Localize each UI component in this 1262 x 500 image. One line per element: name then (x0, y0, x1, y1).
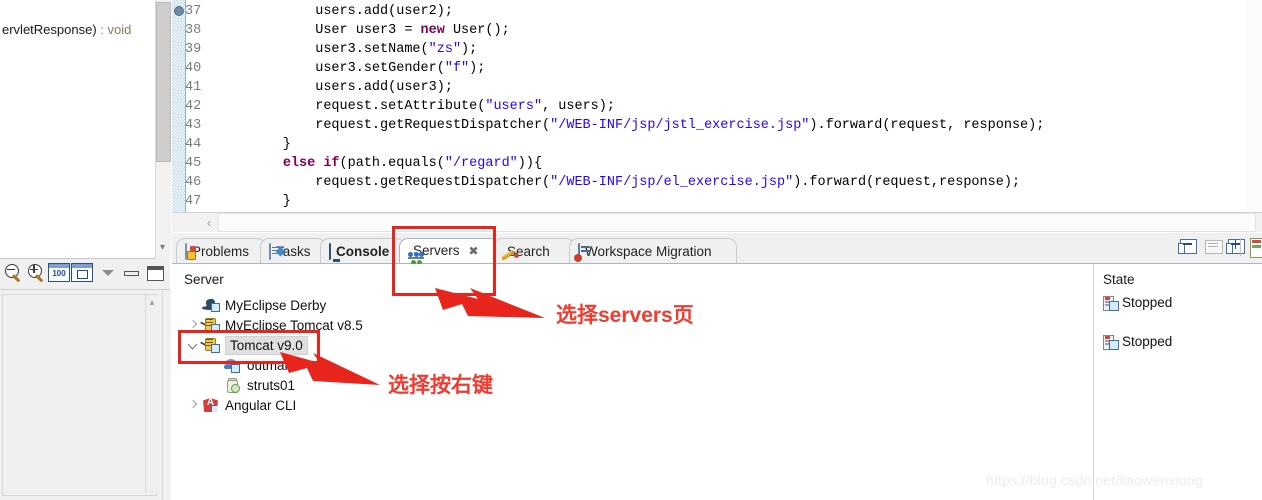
line-source: User user3 = new User(); (218, 23, 510, 38)
line-source: } (218, 194, 291, 209)
line-source: users.add(user3); (218, 80, 453, 95)
angular-cli-icon (202, 397, 220, 413)
outline-entry[interactable]: ervletResponse) : void (2, 22, 131, 37)
tasks-icon (269, 242, 271, 260)
link-with-editor-icon[interactable] (1205, 239, 1223, 256)
scroll-left-icon[interactable]: ‹ (200, 214, 218, 230)
view-tab-bar: Problems Tasks Console Servers ✖ Search Worksp… (172, 233, 1262, 265)
watermark: https://blog.csdn.net/liaowenxiong (986, 472, 1203, 488)
derby-server-icon (202, 297, 220, 313)
outline-view[interactable]: ervletResponse) : void (0, 0, 156, 259)
fit-page-icon[interactable] (71, 263, 93, 282)
toolbar-divider (1240, 238, 1241, 256)
line-number: 42 (185, 99, 202, 114)
console-icon (329, 242, 331, 260)
line-source: user3.setGender("f"); (218, 61, 486, 76)
chevron-right-icon[interactable] (186, 398, 200, 412)
tab-problems[interactable]: Problems (176, 238, 266, 263)
annotation-box-tomcat-row (178, 330, 320, 364)
problems-icon (185, 242, 187, 260)
tree-row[interactable]: struts01 (178, 375, 295, 395)
expand-all-icon[interactable] (1226, 239, 1246, 256)
line-source: user3.setName("zs"); (218, 42, 478, 57)
state-row[interactable]: Stopped (1103, 334, 1173, 350)
actual-size-icon[interactable]: 100 (48, 263, 70, 282)
minimize-icon[interactable] (124, 271, 139, 276)
maximize-icon[interactable] (147, 266, 164, 281)
scroll-up-icon[interactable]: ▴ (146, 297, 158, 311)
breakpoint-marker-icon[interactable] (174, 6, 184, 16)
left-panel: ervletResponse) : void ▾ 100 ▴ (0, 0, 171, 500)
view-menu-icon[interactable] (102, 270, 114, 276)
line-number: 44 (185, 137, 202, 152)
tree-row-label: MyEclipse Derby (225, 297, 327, 313)
workspace-migration-icon (578, 242, 580, 260)
left-lower-scrollbar[interactable] (145, 295, 160, 493)
editor-hscroll-trough[interactable] (218, 213, 1256, 232)
line-number: 41 (185, 80, 202, 95)
jar-module-icon (224, 377, 242, 393)
tab-label: Workspace Migration (585, 243, 712, 259)
tab-search[interactable]: Search (493, 238, 575, 263)
line-source: users.add(user2); (218, 4, 453, 19)
tab-workspace-migration[interactable]: Workspace Migration (569, 238, 737, 263)
editor-overview-ruler[interactable] (1246, 0, 1262, 212)
editor-annotation-ruler[interactable] (172, 0, 186, 212)
line-number: 39 (185, 42, 202, 57)
collapse-all-icon[interactable] (1178, 239, 1198, 256)
tree-row-label: Angular CLI (225, 397, 297, 413)
line-source: request.getRequestDispatcher("/WEB-INF/j… (218, 175, 1021, 190)
outline-entry-label: ervletResponse) (2, 22, 97, 37)
server-stopped-icon (1103, 295, 1119, 311)
left-panel-toolbar: 100 (0, 259, 170, 290)
line-number: 47 (185, 194, 202, 209)
server-status-icon[interactable] (1250, 238, 1262, 258)
tree-row[interactable]: Angular CLI (178, 395, 296, 415)
line-source: request.setAttribute("users", users); (218, 99, 615, 114)
server-stopped-icon (1103, 334, 1119, 350)
left-lower-panel (2, 294, 157, 496)
annotation-label-tomcat-row: 选择按右键 (388, 374, 493, 397)
tree-row-label: struts01 (247, 377, 296, 393)
state-label: Stopped (1122, 295, 1173, 310)
zoom-out-icon[interactable] (3, 263, 25, 285)
column-divider[interactable] (1093, 264, 1094, 500)
state-row[interactable]: Stopped (1103, 295, 1173, 311)
tab-label: Console (336, 243, 390, 259)
scroll-down-icon[interactable]: ▾ (156, 238, 169, 256)
line-number: 38 (185, 23, 202, 38)
column-header-state[interactable]: State (1103, 272, 1135, 287)
line-source: else if(path.equals("/regard")){ (282, 156, 543, 171)
state-label: Stopped (1122, 334, 1173, 349)
line-source: request.getRequestDispatcher("/WEB-INF/j… (218, 118, 1045, 133)
left-panel-edge (162, 290, 171, 500)
tree-row[interactable]: MyEclipse Derby (178, 295, 326, 315)
tab-tasks[interactable]: Tasks (260, 238, 326, 263)
line-number: 45 (185, 156, 202, 171)
outline-entry-type: : void (96, 22, 132, 37)
outline-scrollbar-thumb[interactable] (156, 2, 171, 162)
zoom-in-icon[interactable] (26, 263, 48, 285)
line-source: } (218, 137, 291, 152)
tab-label: Problems (192, 243, 250, 259)
line-number: 43 (185, 118, 202, 133)
line-number: 46 (185, 175, 202, 190)
column-header-server[interactable]: Server (184, 272, 224, 287)
line-number: 40 (185, 61, 202, 76)
line-number: 37 (185, 4, 202, 19)
actual-size-label: 100 (52, 269, 66, 278)
annotation-box-servers-tab (392, 226, 496, 296)
annotation-label-servers-tab: 选择servers页 (556, 304, 694, 327)
